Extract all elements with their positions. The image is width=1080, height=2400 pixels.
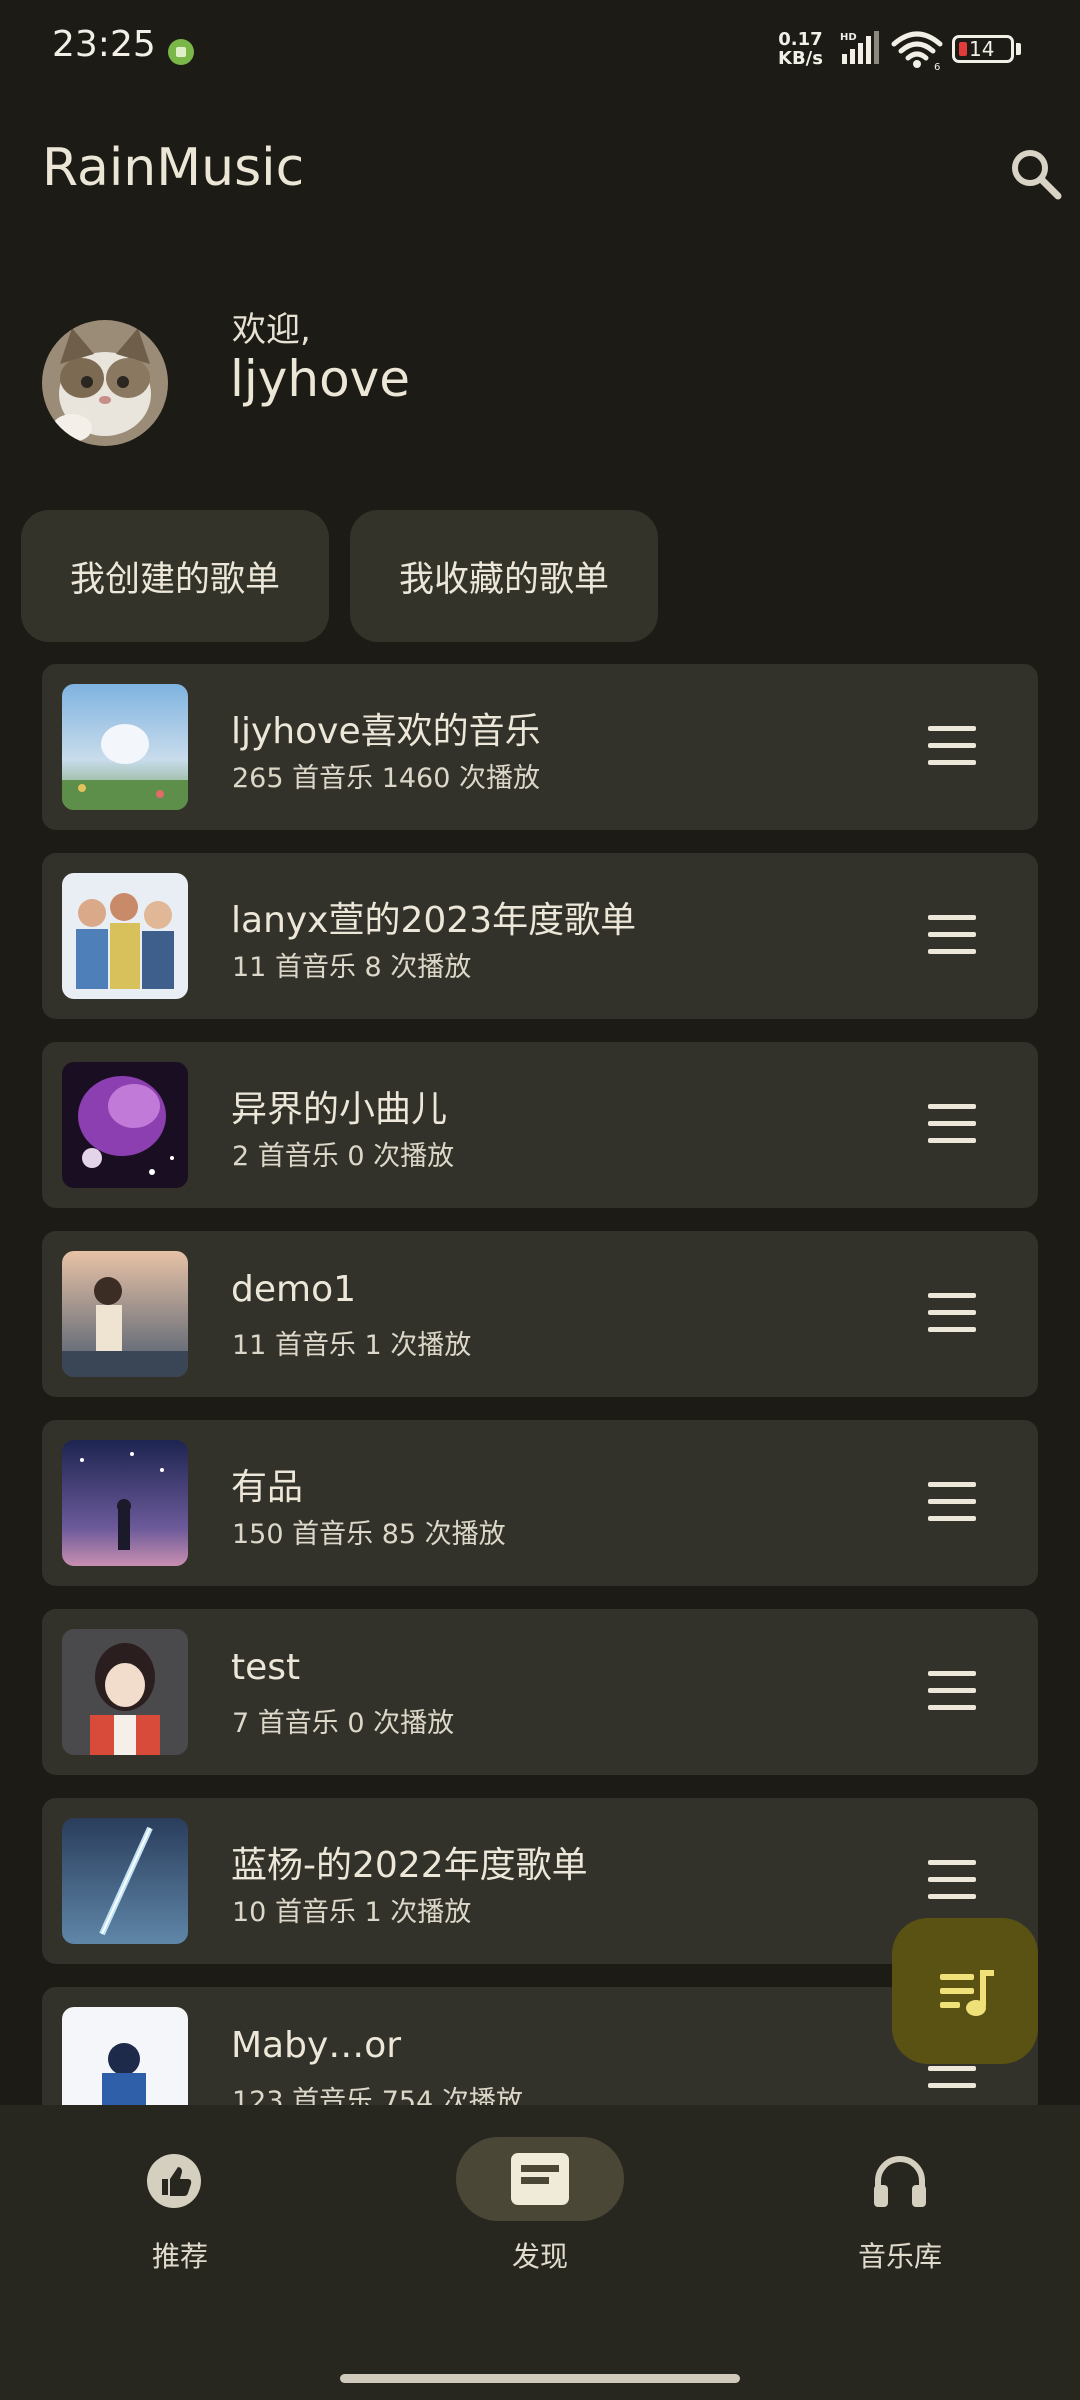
playlist-item[interactable]: 蓝杨-的2022年度歌单 10 首音乐 1 次播放	[42, 1798, 1038, 1964]
nav-discover-label: 发现	[511, 2240, 568, 2273]
article-icon	[511, 2153, 569, 2205]
playlist-stats: 10 首音乐 1 次播放	[232, 1897, 472, 1928]
playlist-title: lanyx萱的2023年度歌单	[231, 900, 637, 941]
home-indicator[interactable]	[340, 2374, 740, 2383]
playlist-cover	[62, 873, 188, 999]
drag-handle-icon[interactable]	[928, 915, 978, 955]
playlist-cover	[62, 1251, 188, 1377]
playlist-cover	[62, 1629, 188, 1755]
playlist-item[interactable]: 有品 150 首音乐 85 次播放	[42, 1420, 1038, 1586]
playlist-title: test	[231, 1647, 301, 1688]
playlist-title: ljyhove喜欢的音乐	[231, 711, 541, 752]
playlist-list: ljyhove喜欢的音乐 265 首音乐 1460 次播放 lanyx萱的202…	[0, 0, 1080, 2105]
playlist-stats: 2 首音乐 0 次播放	[232, 1141, 455, 1172]
nav-library-label: 音乐库	[857, 2240, 942, 2273]
playlist-cover	[62, 2007, 188, 2105]
playlist-item[interactable]: ljyhove喜欢的音乐 265 首音乐 1460 次播放	[42, 664, 1038, 830]
drag-handle-icon[interactable]	[928, 1482, 978, 1522]
playlist-stats: 265 首音乐 1460 次播放	[232, 763, 540, 794]
playlist-title: 蓝杨-的2022年度歌单	[231, 1845, 588, 1886]
drag-handle-icon[interactable]	[928, 1104, 978, 1144]
playlist-item[interactable]: test 7 首音乐 0 次播放	[42, 1609, 1038, 1775]
playlist-item[interactable]: Maby…or 123 首音乐 754 次播放	[42, 1987, 1038, 2105]
bottom-navigation: 推荐 发现 音乐库	[0, 2105, 1080, 2400]
thumb-up-icon	[147, 2154, 201, 2208]
nav-recommend[interactable]: 推荐	[0, 2105, 360, 2305]
queue-music-icon	[940, 1970, 994, 2016]
nav-discover[interactable]: 发现	[360, 2105, 720, 2305]
playlist-title: demo1	[231, 1269, 356, 1310]
playlist-item[interactable]: 异界的小曲儿 2 首音乐 0 次播放	[42, 1042, 1038, 1208]
headphones-icon	[874, 2156, 926, 2207]
nav-recommend-label: 推荐	[151, 2240, 208, 2273]
playlist-stats: 123 首音乐 754 次播放	[232, 2086, 523, 2105]
playlist-cover	[62, 1818, 188, 1944]
drag-handle-icon[interactable]	[928, 1860, 978, 1900]
now-playing-queue-button[interactable]	[892, 1918, 1038, 2064]
playlist-stats: 7 首音乐 0 次播放	[232, 1708, 455, 1739]
playlist-title: 异界的小曲儿	[231, 1089, 448, 1130]
playlist-title: 有品	[231, 1467, 304, 1508]
playlist-cover	[62, 684, 188, 810]
playlist-cover	[62, 1062, 188, 1188]
nav-library[interactable]: 音乐库	[720, 2105, 1080, 2305]
playlist-stats: 11 首音乐 1 次播放	[232, 1330, 472, 1361]
playlist-item[interactable]: demo1 11 首音乐 1 次播放	[42, 1231, 1038, 1397]
drag-handle-icon[interactable]	[928, 726, 978, 766]
drag-handle-icon[interactable]	[928, 1671, 978, 1711]
playlist-item[interactable]: lanyx萱的2023年度歌单 11 首音乐 8 次播放	[42, 853, 1038, 1019]
playlist-stats: 11 首音乐 8 次播放	[232, 952, 472, 983]
playlist-cover	[62, 1440, 188, 1566]
drag-handle-icon[interactable]	[928, 1293, 978, 1333]
playlist-stats: 150 首音乐 85 次播放	[232, 1519, 506, 1550]
playlist-title: Maby…or	[231, 2025, 402, 2066]
